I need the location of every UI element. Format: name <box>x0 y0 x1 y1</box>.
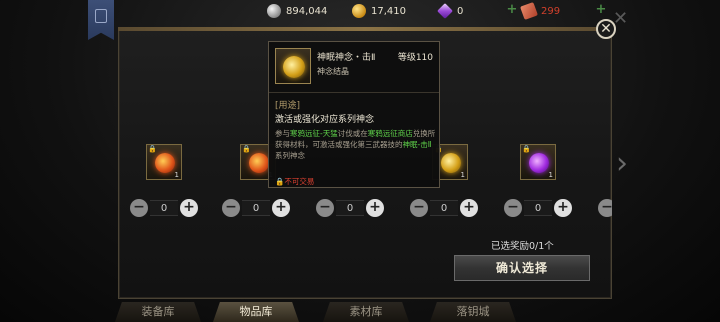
item-slot-1[interactable]: 🔒 1 <box>146 144 182 180</box>
decrement-button[interactable]: − <box>222 199 240 217</box>
item-name: 神眠神念・击Ⅱ <box>317 53 376 63</box>
chevron-right-icon[interactable]: › <box>616 146 628 181</box>
decrement-button[interactable]: − <box>504 199 522 217</box>
gold-currency: 17,410 <box>352 3 406 19</box>
tooltip-item-frame <box>275 48 311 84</box>
crystal-icon <box>283 56 305 78</box>
trade-restriction: 🔒不可交易 <box>275 176 314 187</box>
quantity-stepper-3: − 0 + <box>316 199 384 217</box>
silver-coin-icon <box>267 4 281 18</box>
crystal-icon <box>441 153 461 173</box>
increment-button[interactable]: + <box>272 199 290 217</box>
usage-header: [用途] <box>275 101 301 111</box>
ticket-currency: 299 <box>520 2 561 20</box>
gold-coin-icon <box>352 4 366 18</box>
quantity-stepper-6-partial: − <box>598 199 612 217</box>
quantity-stepper-2: − 0 + <box>222 199 290 217</box>
decrement-button[interactable]: − <box>130 199 148 217</box>
desc-mid-1: 讨伐或在 <box>337 129 368 138</box>
quantity-value[interactable]: 0 <box>242 200 270 216</box>
gem-amount: 0 <box>457 5 464 17</box>
increment-button[interactable]: + <box>460 199 478 217</box>
crystal-icon <box>155 153 175 173</box>
quantity-stepper-4: − 0 + <box>410 199 478 217</box>
crystal-icon <box>529 153 549 173</box>
guild-banner[interactable] <box>88 0 114 40</box>
gold-amount: 17,410 <box>371 5 406 17</box>
increment-button[interactable]: + <box>180 199 198 217</box>
increment-button[interactable]: + <box>554 199 572 217</box>
silver-currency: 894,044 <box>267 3 327 19</box>
panel-top-trim <box>118 27 612 31</box>
quantity-stepper-1: − 0 + <box>130 199 198 217</box>
quantity-value[interactable]: 0 <box>430 200 458 216</box>
item-count: 1 <box>460 171 465 179</box>
trade-text: 不可交易 <box>284 177 315 186</box>
add-tickets-button[interactable]: + <box>595 3 607 16</box>
diamond-icon <box>437 3 453 19</box>
quantity-stepper-5: − 0 + <box>504 199 572 217</box>
close-icon: ✕ <box>600 21 612 37</box>
desc-link-expedition: 寒鸦远征-天猛 <box>290 129 338 138</box>
confirm-selection-button[interactable]: 确认选择 <box>454 255 590 281</box>
ticket-icon <box>520 2 538 20</box>
guild-emblem-icon <box>95 9 107 23</box>
desc-link-shop: 寒鸦远征商店 <box>367 129 413 138</box>
selected-reward-count: 已选奖励0/1个 <box>491 241 554 252</box>
lock-icon: 🔒 <box>242 145 251 153</box>
usage-text: 激活或强化对应系列神念 <box>275 115 375 125</box>
quantity-value[interactable]: 0 <box>336 200 364 216</box>
desc-prefix: 参与 <box>275 129 290 138</box>
silver-amount: 894,044 <box>286 5 328 17</box>
gem-currency: 0 <box>437 3 464 19</box>
add-gems-button[interactable]: + <box>506 3 518 16</box>
tab-items[interactable]: 物品库 <box>213 302 299 322</box>
item-count: 1 <box>174 171 179 179</box>
crystal-icon <box>249 153 269 173</box>
quantity-value[interactable]: 0 <box>150 200 178 216</box>
tab-equipment[interactable]: 装备库 <box>115 302 201 322</box>
tab-materials[interactable]: 素材库 <box>323 302 409 322</box>
game-screen: 894,044 17,410 0 + 299 + ✕ ✕ › 🔒 1 🔒 1 🔒… <box>0 0 720 322</box>
item-level: 等级110 <box>397 53 433 63</box>
decrement-button[interactable]: − <box>410 199 428 217</box>
item-count: 1 <box>548 171 553 179</box>
item-tooltip: 神眠神念・击Ⅱ 等级110 神念结晶 [用途] 激活或强化对应系列神念 参与寒鸦… <box>268 41 440 188</box>
desc-suffix: 系列神念 <box>275 151 305 160</box>
decrement-button[interactable]: − <box>598 199 612 217</box>
ticket-amount: 299 <box>541 5 561 17</box>
quantity-value[interactable]: 0 <box>524 200 552 216</box>
increment-button[interactable]: + <box>366 199 384 217</box>
item-slot-5[interactable]: 🔒 1 <box>520 144 556 180</box>
divider <box>269 92 439 93</box>
tab-keystone-city[interactable]: 落钥城 <box>430 302 516 322</box>
decrement-button[interactable]: − <box>316 199 334 217</box>
desc-link-series: 神眠-击Ⅱ <box>402 140 432 149</box>
lock-icon: 🔒 <box>522 145 531 153</box>
item-type: 神念结晶 <box>317 67 349 76</box>
item-description: 参与寒鸦远征-天猛讨伐或在寒鸦远征商店兑换所获得材料，可激活或强化第三武器技的神… <box>275 128 437 161</box>
close-button[interactable]: ✕ <box>596 19 616 39</box>
lock-icon: 🔒 <box>148 145 157 153</box>
lock-icon: 🔒 <box>275 177 285 186</box>
